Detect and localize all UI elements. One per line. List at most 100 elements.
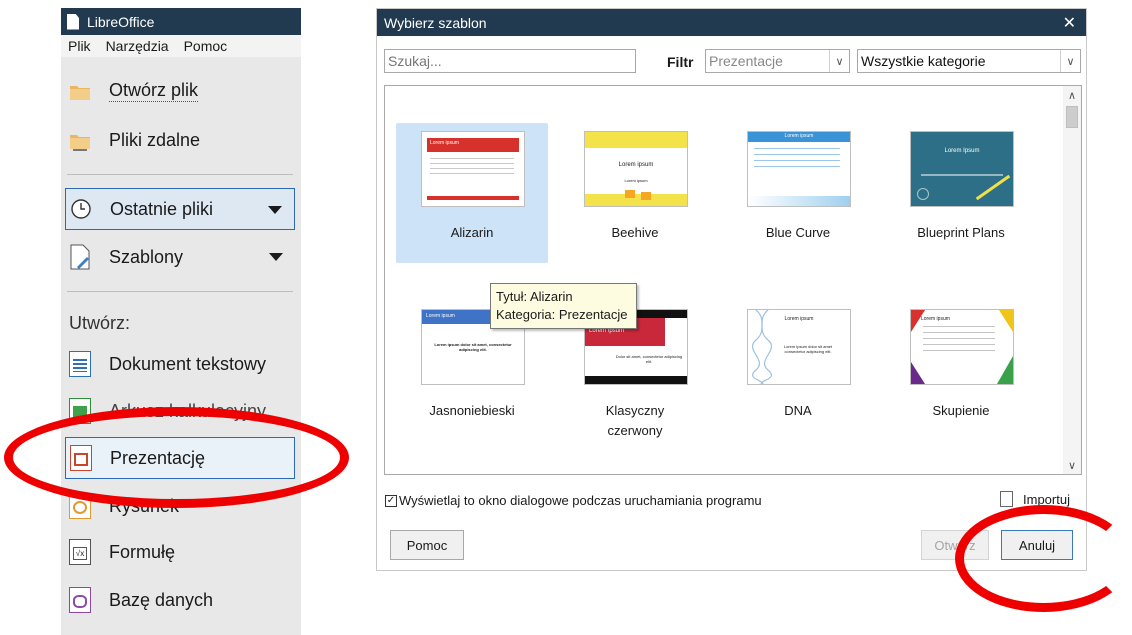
create-calc-button[interactable]: Arkusz kalkulacyjny xyxy=(65,390,295,432)
thumbnail-text: Lorem ipsum dolor sit amet, consectetur … xyxy=(434,342,512,352)
template-name: Beehive xyxy=(611,225,659,240)
create-base-button[interactable]: Bazę danych xyxy=(65,579,295,621)
tooltip-category: Kategoria: Prezentacje xyxy=(496,307,628,322)
import-button[interactable]: Importuj xyxy=(1000,491,1070,507)
template-name: Alizarin xyxy=(450,225,494,240)
chevron-up-icon[interactable]: ∧ xyxy=(1063,86,1081,104)
category-select-value: Wszystkie kategorie xyxy=(861,53,986,69)
menu-help[interactable]: Pomoc xyxy=(184,38,228,54)
create-draw-label: Rysunek xyxy=(109,495,180,516)
thumbnail-subtitle: Lorem ipsum xyxy=(624,178,648,183)
create-draw-button[interactable]: Rysunek xyxy=(65,485,295,527)
template-tile-alizarin[interactable]: Lorem ipsum Alizarin xyxy=(396,123,548,263)
recent-files-button[interactable]: Ostatnie pliki xyxy=(65,188,295,230)
thumbnail-title: Lorem ipsum xyxy=(784,133,814,139)
template-name-text: Klasyczny czerwony xyxy=(605,403,665,438)
dialog-titlebar: Wybierz szablon ✕ xyxy=(377,9,1086,36)
thumbnail-title: Lorem ipsum xyxy=(426,313,455,319)
remote-files-label: Pliki zdalne xyxy=(109,129,201,150)
scrollbar-thumb[interactable] xyxy=(1066,106,1078,128)
libreoffice-logo-icon xyxy=(67,13,79,30)
window-title: LibreOffice xyxy=(87,13,155,30)
thumbnail-title: Lorem ipsum xyxy=(618,162,654,168)
template-thumbnail: Lorem Ipsum xyxy=(910,131,1014,207)
show-on-startup-row[interactable]: ✓ Wyświetlaj to okno dialogowe podczas u… xyxy=(385,493,762,508)
templates-button[interactable]: Szablony xyxy=(65,236,295,278)
show-on-startup-checkbox[interactable]: ✓ xyxy=(385,494,397,507)
create-impress-label: Prezentację xyxy=(110,447,206,468)
template-tile-blue-curve[interactable]: Lorem ipsum Blue Curve xyxy=(722,123,874,263)
divider xyxy=(67,291,293,292)
thumbnail-title: Lorem Ipsum xyxy=(944,148,980,154)
document-icon xyxy=(1000,491,1013,507)
clock-icon xyxy=(71,199,91,219)
template-tile-beehive[interactable]: Lorem ipsum Lorem ipsum Beehive xyxy=(559,123,711,263)
open-button[interactable]: Otwórz xyxy=(921,530,989,560)
thumbnail-text: Lorem ipsum dolor sit amet consectetur a… xyxy=(783,344,833,354)
create-writer-label: Dokument tekstowy xyxy=(109,353,267,374)
impress-presentation-icon xyxy=(70,445,92,471)
search-input[interactable] xyxy=(384,49,636,73)
template-name: Klasyczny czerwony xyxy=(559,401,711,441)
open-file-label: Otwórz plik xyxy=(109,80,199,102)
template-name: Blueprint Plans xyxy=(917,225,1005,240)
create-math-label: Formułę xyxy=(109,541,176,562)
create-base-label: Bazę danych xyxy=(109,589,214,610)
dialog-title: Wybierz szablon xyxy=(384,14,487,31)
calc-spreadsheet-icon xyxy=(69,398,91,424)
thumbnail-title: Lorem ipsum xyxy=(921,316,950,322)
template-tile-blueprint-plans[interactable]: Lorem Ipsum Blueprint Plans xyxy=(885,123,1037,263)
chevron-down-icon[interactable] xyxy=(269,253,283,261)
open-file-button[interactable]: Otwórz plik xyxy=(65,70,295,112)
template-name: DNA xyxy=(784,403,812,418)
help-button[interactable]: Pomoc xyxy=(390,530,464,560)
create-label: Utwórz: xyxy=(69,313,131,333)
thumbnail-title: Lorem ipsum xyxy=(784,316,814,322)
template-thumbnail: Lorem ipsum xyxy=(421,131,525,207)
tooltip-title: Tytuł: Alizarin xyxy=(496,289,573,304)
template-icon xyxy=(70,244,90,270)
templates-view: Lorem ipsum Alizarin Lorem ipsum Lorem i… xyxy=(384,85,1082,475)
remote-folder-icon xyxy=(70,135,90,151)
thumbnail-title: Lorem ipsum xyxy=(430,140,459,146)
base-database-icon xyxy=(69,587,91,613)
divider xyxy=(67,174,293,175)
recent-files-label: Ostatnie pliki xyxy=(110,198,214,219)
template-thumbnail: Lorem ipsum xyxy=(747,131,851,207)
show-on-startup-label: Wyświetlaj to okno dialogowe podczas uru… xyxy=(399,493,762,508)
template-tile-dna[interactable]: Lorem ipsum Lorem ipsum dolor sit amet c… xyxy=(722,301,874,441)
start-center-titlebar: LibreOffice xyxy=(61,8,301,35)
chevron-down-icon[interactable]: ∨ xyxy=(1063,456,1081,474)
writer-document-icon xyxy=(69,351,91,377)
templates-label: Szablony xyxy=(109,246,184,267)
template-thumbnail: Lorem ipsum Lorem ipsum xyxy=(584,131,688,207)
category-select[interactable]: Wszystkie kategorie ∨ xyxy=(857,49,1081,73)
template-name: Jasnoniebieski xyxy=(429,403,515,418)
chevron-down-icon[interactable] xyxy=(268,206,282,214)
vertical-scrollbar[interactable]: ∧ ∨ xyxy=(1063,86,1081,474)
choose-template-dialog: Wybierz szablon ✕ Filtr Prezentacje ∨ Ws… xyxy=(376,8,1087,571)
thumbnail-text: Dolor sit amet, consectetur adipiscing e… xyxy=(615,354,683,364)
import-label: Importuj xyxy=(1023,491,1070,507)
create-math-button[interactable]: √x Formułę xyxy=(65,531,295,573)
start-center-window: LibreOffice Plik Narzędzia Pomoc Otwórz … xyxy=(61,8,301,635)
create-writer-button[interactable]: Dokument tekstowy xyxy=(65,343,295,385)
create-impress-button[interactable]: Prezentację xyxy=(65,437,295,479)
draw-drawing-icon xyxy=(69,493,91,519)
template-tooltip: Tytuł: Alizarin Kategoria: Prezentacje xyxy=(490,283,637,329)
menu-file[interactable]: Plik xyxy=(68,38,91,54)
cancel-button[interactable]: Anuluj xyxy=(1001,530,1073,560)
template-tile-skupienie[interactable]: Lorem ipsum Skupienie xyxy=(885,301,1037,441)
menu-bar: Plik Narzędzia Pomoc xyxy=(61,35,301,57)
template-name: Skupienie xyxy=(932,403,990,418)
close-icon[interactable]: ✕ xyxy=(1063,13,1076,33)
folder-icon xyxy=(70,86,90,100)
template-name: Blue Curve xyxy=(765,225,831,240)
filter-select-value: Prezentacje xyxy=(709,53,783,69)
chevron-down-icon: ∨ xyxy=(829,50,849,72)
menu-tools[interactable]: Narzędzia xyxy=(106,38,169,54)
remote-files-button[interactable]: Pliki zdalne xyxy=(65,119,295,161)
template-thumbnail: Lorem ipsum Lorem ipsum dolor sit amet c… xyxy=(747,309,851,385)
filter-select[interactable]: Prezentacje ∨ xyxy=(705,49,850,73)
template-thumbnail: Lorem ipsum xyxy=(910,309,1014,385)
